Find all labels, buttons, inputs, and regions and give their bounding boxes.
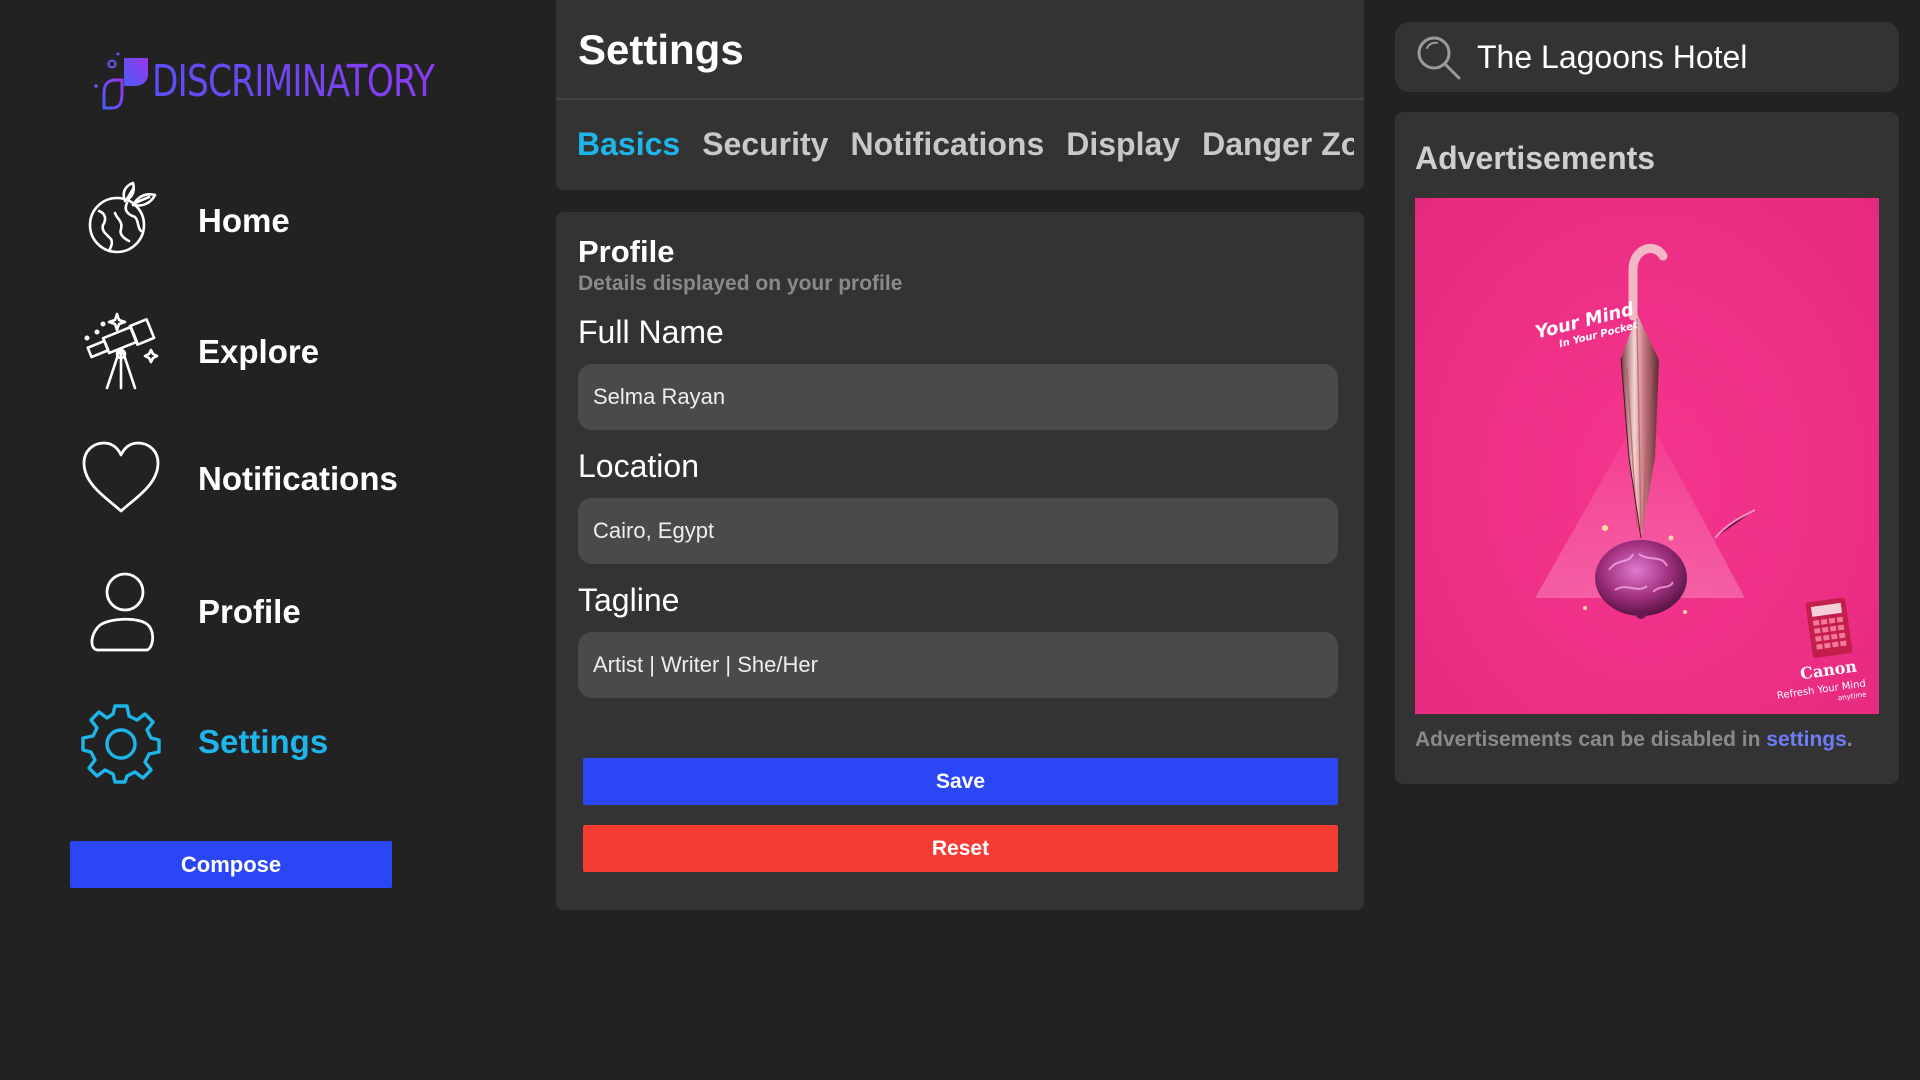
full-name-label: Full Name: [578, 314, 724, 350]
location-label: Location: [578, 448, 699, 484]
location-field[interactable]: [578, 498, 1338, 564]
ad-brand: Canon: [1799, 657, 1858, 684]
profile-form-card: Profile Details displayed on your profil…: [556, 212, 1364, 910]
sidebar-item-label: Explore: [198, 333, 320, 370]
tab-notifications[interactable]: Notifications: [839, 126, 1055, 163]
sidebar-item-settings[interactable]: Settings: [76, 697, 496, 787]
compose-button[interactable]: Compose: [70, 841, 392, 888]
sidebar-item-explore[interactable]: Explore: [76, 307, 496, 397]
sidebar-item-label: Profile: [198, 593, 301, 630]
tab-display[interactable]: Display: [1055, 126, 1191, 163]
ads-note-suffix: .: [1846, 728, 1853, 751]
heart-icon: [76, 434, 166, 524]
tab-security[interactable]: Security: [691, 126, 839, 163]
brand-logo[interactable]: DISCRIMINATORY: [88, 50, 514, 112]
sidebar-item-profile[interactable]: Profile: [76, 567, 496, 657]
search-icon: [1417, 36, 1461, 80]
tab-danger-zone[interactable]: Danger Zone: [1191, 126, 1354, 163]
sidebar-item-label: Settings: [198, 723, 329, 760]
section-title: Profile: [578, 234, 675, 269]
sidebar-item-label: Notifications: [198, 460, 398, 497]
settings-header: Settings Basics Security Notifications D…: [556, 0, 1364, 190]
ads-note-text: Advertisements can be disabled in: [1415, 728, 1767, 751]
reset-button[interactable]: Reset: [583, 825, 1338, 872]
search-bar[interactable]: [1395, 22, 1899, 92]
brand-name: DISCRIMINATORY: [152, 55, 435, 107]
advertisement-image[interactable]: Your Mind In Your Pocket Canon Refresh Y…: [1415, 198, 1879, 714]
tagline-label: Tagline: [578, 582, 680, 618]
gear-icon: [76, 697, 166, 787]
sidebar-item-home[interactable]: Home: [76, 176, 496, 266]
telescope-icon: [76, 307, 166, 397]
ads-disclaimer: Advertisements can be disabled in settin…: [1415, 728, 1853, 752]
full-name-field[interactable]: [578, 364, 1338, 430]
sidebar: DISCRIMINATORY Home Explore Notification…: [0, 0, 540, 1080]
advertisements-panel: Advertisements Your Mind In Your Pocket …: [1395, 112, 1899, 784]
tab-basics[interactable]: Basics: [566, 126, 691, 163]
logo-mark-icon: [94, 52, 148, 110]
sidebar-item-label: Home: [198, 202, 290, 239]
save-button[interactable]: Save: [583, 758, 1338, 805]
divider: [556, 98, 1364, 100]
globe-leaves-icon: [76, 176, 166, 266]
page-title: Settings: [578, 26, 744, 73]
user-icon: [76, 567, 166, 657]
settings-link[interactable]: settings: [1766, 728, 1847, 751]
section-subtitle: Details displayed on your profile: [578, 272, 903, 295]
search-input[interactable]: [1477, 32, 1887, 82]
ads-title: Advertisements: [1415, 140, 1656, 176]
settings-tabs: Basics Security Notifications Display Da…: [566, 118, 1354, 170]
sidebar-item-notifications[interactable]: Notifications: [76, 434, 496, 524]
tagline-field[interactable]: [578, 632, 1338, 698]
ad-artwork: Your Mind In Your Pocket Canon Refresh Y…: [1533, 244, 1867, 702]
calculator-icon: [1805, 597, 1853, 658]
